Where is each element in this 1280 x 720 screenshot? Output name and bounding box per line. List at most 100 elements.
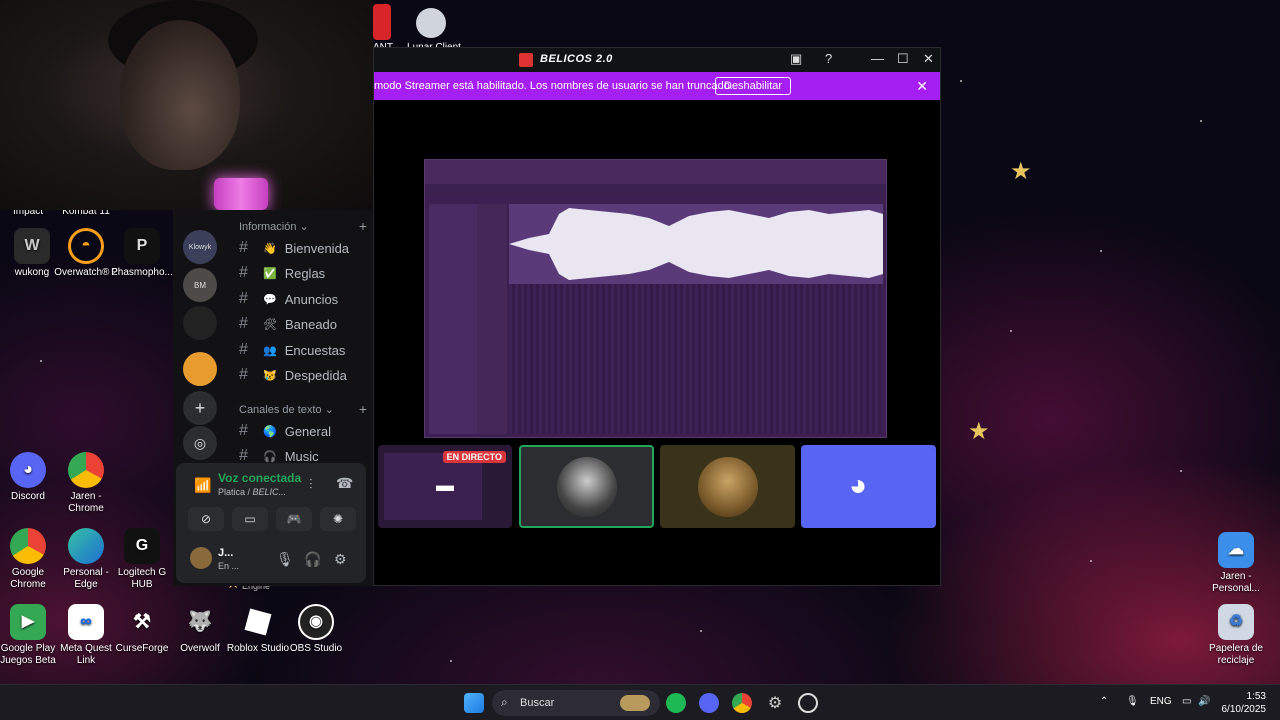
server-icon[interactable] — [183, 352, 217, 386]
wukong-icon: W — [14, 228, 50, 264]
disconnect-icon[interactable]: ☎ — [336, 475, 353, 492]
mic-icon[interactable]: 🎙 — [1126, 696, 1139, 707]
help-icon[interactable]: ? — [825, 51, 832, 66]
category-informacion[interactable]: Información ⌄ + — [239, 218, 367, 234]
lunar-client-icon[interactable] — [416, 8, 446, 38]
server-icon-klowyk[interactable]: Klowyk — [183, 230, 217, 264]
desktop-icon-google-play[interactable]: ▶ Google Play Juegos Beta — [0, 604, 60, 667]
discover-icon[interactable]: ◎ — [183, 426, 217, 460]
desktop-icon-overwatch[interactable]: ◓ Overwatch® 2 — [54, 228, 118, 279]
desktop-icon-edge[interactable]: Personal - Edge — [54, 528, 118, 591]
desktop-icon-meta-quest[interactable]: ∞ Meta Quest Link — [54, 604, 118, 667]
close-icon[interactable]: ✕ — [916, 78, 928, 95]
desktop-icon-obs[interactable]: ◉ OBS Studio — [284, 604, 348, 655]
screen-share-view[interactable] — [424, 159, 887, 438]
desktop-icon-recycle-bin[interactable]: ♻ Papelera de reciclaje — [1204, 604, 1268, 667]
channel-general[interactable]: # 🌎 General — [239, 422, 369, 440]
add-channel-icon[interactable]: + — [359, 218, 367, 234]
taskbar: ⌕ Buscar ⚙ ⌃ 🎙 ENG ▭ 🔊 1:53 6/10/2025 — [0, 684, 1280, 720]
desktop-icon-discord[interactable]: ◕ Discord — [0, 452, 60, 503]
voice-status[interactable]: Voz conectada — [218, 471, 301, 485]
chrome-icon — [10, 528, 46, 564]
camera-off-button[interactable]: ⊘ — [188, 507, 224, 531]
app-logo-icon — [519, 53, 533, 67]
desktop-icon-overwolf[interactable]: 🐺 Overwolf — [168, 604, 232, 655]
user-panel[interactable]: J... En ... 🎙 🎧 ⚙ — [176, 541, 366, 583]
channel-despedida[interactable]: # 😿 Despedida — [239, 366, 369, 384]
add-channel-icon[interactable]: + — [359, 401, 367, 417]
clock[interactable]: 1:53 6/10/2025 — [1222, 690, 1267, 716]
desktop-icon-jaren-chrome[interactable]: Jaren - Chrome — [54, 452, 118, 515]
noise-suppression-icon[interactable]: ⫶ — [309, 476, 313, 493]
settings-gear-icon[interactable]: ⚙ — [334, 551, 347, 568]
minimize-button[interactable]: — — [871, 51, 884, 66]
avatar[interactable] — [190, 547, 212, 569]
desktop-icon-curseforge[interactable]: ⚒ CurseForge — [110, 604, 174, 655]
window-title: BELICOS 2.0 — [540, 53, 613, 65]
username: J... — [218, 547, 234, 559]
server-icon-bm[interactable]: BM — [183, 268, 217, 302]
participant-tile-discord[interactable]: ◕ — [801, 445, 936, 528]
roblox-icon — [240, 604, 276, 640]
start-windows-icon[interactable] — [464, 693, 484, 713]
window-titlebar[interactable]: BELICOS 2.0 ▣ ? — ☐ ✕ — [374, 48, 940, 72]
channel-encuestas[interactable]: # 👥 Encuestas — [239, 341, 369, 359]
signal-icon[interactable]: 📶 — [194, 477, 211, 494]
participant-tile-speaking[interactable] — [519, 445, 654, 528]
live-badge: EN DIRECTO — [442, 451, 506, 463]
activity-button[interactable]: 🎮 — [276, 507, 312, 531]
recycle-bin-icon: ♻ — [1218, 604, 1254, 640]
overwatch-icon: ◓ — [68, 228, 104, 264]
banner-text: modo Streamer está habilitado. Los nombr… — [374, 80, 733, 92]
channel-reglas[interactable]: # ✅ Reglas — [239, 264, 369, 282]
server-icon[interactable] — [183, 306, 217, 340]
discord-icon[interactable] — [699, 693, 719, 713]
desktop-icon-phasmophobia[interactable]: P Phasmopho... — [110, 228, 174, 279]
maximize-button[interactable]: ☐ — [897, 51, 909, 67]
desktop-icon-google-chrome[interactable]: Google Chrome — [0, 528, 60, 591]
channel-bienvenida[interactable]: # 👋 Bienvenida — [239, 239, 369, 257]
search-icon: ⌕ — [501, 695, 508, 709]
participant-tile[interactable] — [660, 445, 795, 528]
category-canales-texto[interactable]: Canales de texto ⌄ + — [239, 401, 367, 417]
audio-clip — [509, 204, 883, 284]
monitor-icon: ▬ — [436, 475, 454, 495]
desktop-icon-logitech[interactable]: G Logitech G HUB — [110, 528, 174, 591]
playlist-lanes — [509, 284, 883, 434]
close-button[interactable]: ✕ — [923, 51, 934, 67]
voice-channel[interactable]: Platica / BELIC... — [218, 487, 286, 497]
voice-panel: 📶 Voz conectada Platica / BELIC... ⫶ ☎ ⊘… — [176, 463, 366, 583]
streamer-mode-banner: modo Streamer está habilitado. Los nombr… — [374, 72, 940, 100]
pant-icon[interactable] — [373, 4, 391, 40]
desktop-icon-jaren-personal[interactable]: ☁ Jaren - Personal... — [1204, 532, 1268, 595]
screen-share-button[interactable]: ▭ — [232, 507, 268, 531]
obs-icon[interactable] — [798, 693, 818, 713]
search-highlight-icon — [620, 695, 650, 711]
chrome-icon[interactable] — [732, 693, 752, 713]
daw-browser-panel — [429, 204, 477, 434]
search-box[interactable]: ⌕ Buscar — [492, 690, 660, 716]
soundboard-button[interactable]: ✺ — [320, 507, 356, 531]
chevron-up-icon[interactable]: ⌃ — [1100, 696, 1108, 707]
headphones-icon[interactable]: 🎧 — [304, 551, 321, 568]
settings-gear-icon[interactable]: ⚙ — [765, 693, 785, 713]
mic-icon[interactable]: 🎙 — [276, 551, 294, 568]
avatar — [697, 456, 758, 517]
search-placeholder: Buscar — [520, 697, 555, 709]
meta-icon: ∞ — [68, 604, 104, 640]
daw-toolbar — [425, 160, 886, 184]
volume-icon[interactable]: 🔊 — [1198, 696, 1210, 707]
stream-tile[interactable]: EN DIRECTO ▬ — [378, 445, 512, 528]
daw-subtoolbar — [425, 184, 886, 196]
webcam-overlay — [0, 0, 373, 210]
add-server-icon[interactable]: + — [183, 391, 217, 425]
language-indicator[interactable]: ENG — [1150, 696, 1172, 707]
disable-button[interactable]: Deshabilitar — [715, 77, 792, 95]
channel-anuncios[interactable]: # 💬 Anuncios — [239, 290, 369, 308]
network-icon[interactable]: ▭ — [1182, 696, 1191, 707]
overwolf-icon: 🐺 — [187, 611, 213, 633]
desktop-icon-roblox[interactable]: Roblox Studio — [226, 604, 290, 655]
stream-monitor-icon[interactable]: ▣ — [790, 51, 802, 67]
spotify-icon[interactable] — [666, 693, 686, 713]
channel-baneado[interactable]: # 🛠 Baneado — [239, 315, 369, 333]
